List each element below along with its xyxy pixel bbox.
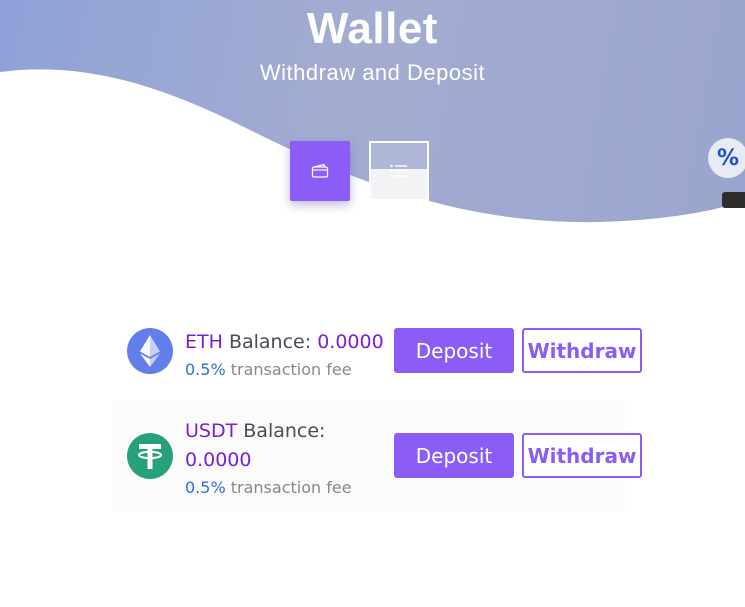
list-icon bbox=[390, 164, 407, 178]
withdraw-button-usdt[interactable]: Withdraw bbox=[522, 433, 642, 478]
fee-percent: 0.5% bbox=[185, 360, 226, 379]
tether-icon bbox=[127, 433, 173, 479]
fee-text: transaction fee bbox=[230, 478, 352, 497]
ethereum-icon bbox=[127, 328, 173, 374]
coin-info-eth: ETH Balance: 0.0000 0.5% transaction fee bbox=[185, 328, 395, 382]
coin-symbol: USDT bbox=[185, 420, 238, 442]
fee-text: transaction fee bbox=[230, 360, 352, 379]
coin-symbol: ETH bbox=[185, 331, 223, 353]
page-subtitle: Withdraw and Deposit bbox=[259, 60, 486, 85]
withdraw-button-eth[interactable]: Withdraw bbox=[522, 328, 642, 373]
deposit-button-eth[interactable]: Deposit bbox=[394, 328, 514, 373]
balance-value: 0.0000 bbox=[317, 331, 384, 353]
fee-percent: 0.5% bbox=[185, 478, 226, 497]
coin-info-usdt: USDT Balance: 0.0000 0.5% transaction fe… bbox=[185, 417, 395, 500]
balance-value: 0.0000 bbox=[185, 449, 252, 471]
page-title: Wallet bbox=[307, 4, 438, 53]
promo-figure bbox=[722, 192, 745, 208]
balance-label: Balance: bbox=[228, 331, 312, 353]
deposit-button-usdt[interactable]: Deposit bbox=[394, 433, 514, 478]
wallet-icon bbox=[311, 163, 329, 178]
coin-row-usdt: USDT Balance: 0.0000 0.5% transaction fe… bbox=[112, 400, 642, 512]
tab-list[interactable] bbox=[369, 141, 429, 201]
coin-row-eth: ETH Balance: 0.0000 0.5% transaction fee… bbox=[112, 318, 642, 384]
balance-label: Balance: bbox=[243, 420, 326, 442]
tab-wallet[interactable] bbox=[290, 141, 350, 201]
promo-percent-badge[interactable]: % bbox=[708, 138, 745, 178]
percent-icon: % bbox=[716, 145, 740, 171]
